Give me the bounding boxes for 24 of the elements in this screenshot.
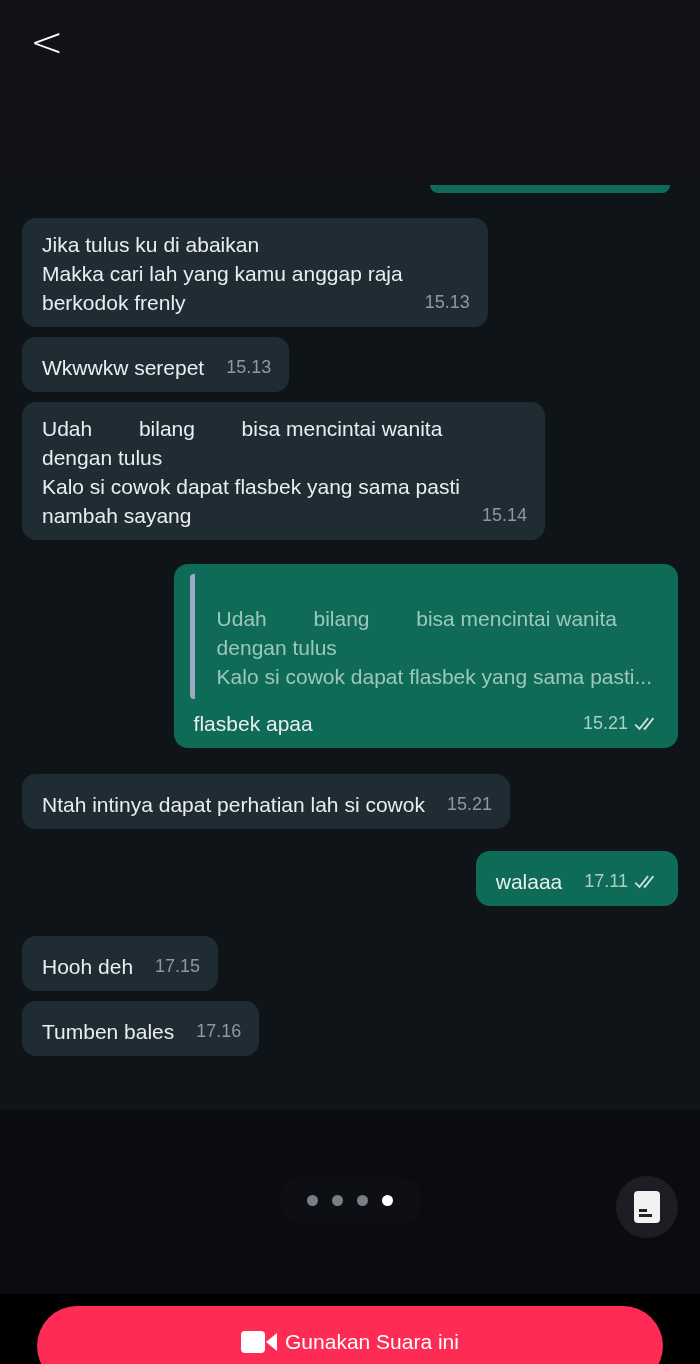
message-text: Hooh deh [42,954,134,980]
message-text: Udah bilang bisa mencintai wanita dengan tulus Kalo si cowok dapat flasbek yang sama pasti nambah sayang [42,416,460,529]
document-icon [633,1190,661,1224]
message-text: Jika tulus ku di abaikan Makka cari lah yang kamu anggap raja berkodok frenly [42,232,403,316]
message-text: flasbek apaa [193,711,313,737]
video-camera-icon [241,1330,277,1354]
message-time: 17.16 [196,1020,242,1043]
message-time: 15.21 [582,712,628,735]
message-time: 15.14 [481,504,527,527]
message-text: Tumben bales [42,1019,175,1045]
message-time: 17.11 [584,870,628,893]
page-dot[interactable] [357,1194,368,1206]
message-text: Wkwwkw serepet [42,355,205,381]
page-dot[interactable] [382,1194,393,1206]
back-button[interactable]: < [22,22,72,62]
message-time: 17.15 [155,955,201,978]
message-time: 15.21 [446,793,492,816]
message-time: 15.13 [424,291,470,314]
message-text: walaaa [495,869,563,895]
message-text: Ntah intinya dapat perhatian lah si cowok [42,792,425,818]
use-sound-button[interactable]: Gunakan Suara ini [37,1306,663,1364]
page-dot[interactable] [307,1194,318,1206]
page-dot[interactable] [332,1194,343,1206]
message-time: 15.13 [226,356,272,379]
